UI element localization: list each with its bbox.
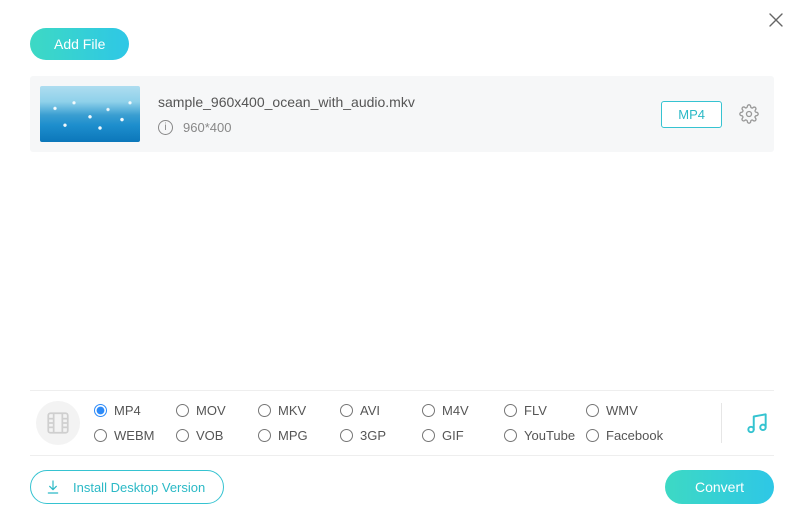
info-icon[interactable]: i	[158, 120, 173, 135]
output-format-badge[interactable]: MP4	[661, 101, 722, 128]
format-option-vob[interactable]: VOB	[176, 428, 258, 443]
install-desktop-button[interactable]: Install Desktop Version	[30, 470, 224, 504]
format-label: MKV	[278, 403, 306, 418]
format-radio[interactable]	[94, 404, 107, 417]
add-file-button[interactable]: Add File	[30, 28, 129, 60]
format-radio[interactable]	[504, 404, 517, 417]
format-label: FLV	[524, 403, 547, 418]
format-option-facebook[interactable]: Facebook	[586, 428, 668, 443]
file-dimensions-row: i 960*400	[158, 120, 661, 135]
format-option-mov[interactable]: MOV	[176, 403, 258, 418]
format-option-mp4[interactable]: MP4	[94, 403, 176, 418]
format-label: VOB	[196, 428, 223, 443]
footer: Install Desktop Version Convert	[30, 470, 774, 504]
format-radio[interactable]	[586, 404, 599, 417]
format-radio[interactable]	[340, 404, 353, 417]
format-radio[interactable]	[176, 404, 189, 417]
download-icon	[45, 479, 61, 495]
close-button[interactable]	[764, 8, 788, 32]
format-label: 3GP	[360, 428, 386, 443]
format-option-flv[interactable]: FLV	[504, 403, 586, 418]
format-option-avi[interactable]: AVI	[340, 403, 422, 418]
format-radio[interactable]	[422, 404, 435, 417]
format-option-wmv[interactable]: WMV	[586, 403, 668, 418]
format-label: MPG	[278, 428, 308, 443]
format-radio[interactable]	[176, 429, 189, 442]
format-label: AVI	[360, 403, 380, 418]
separator	[721, 403, 722, 443]
file-list: sample_960x400_ocean_with_audio.mkv i 96…	[30, 76, 774, 152]
format-radio[interactable]	[94, 429, 107, 442]
format-label: YouTube	[524, 428, 575, 443]
settings-button[interactable]	[738, 103, 760, 125]
format-radio[interactable]	[422, 429, 435, 442]
install-desktop-label: Install Desktop Version	[73, 480, 205, 495]
format-radio[interactable]	[258, 429, 271, 442]
file-row: sample_960x400_ocean_with_audio.mkv i 96…	[30, 76, 774, 152]
video-type-button[interactable]	[36, 401, 80, 445]
format-option-gif[interactable]: GIF	[422, 428, 504, 443]
file-meta: sample_960x400_ocean_with_audio.mkv i 96…	[158, 94, 661, 135]
format-option-m4v[interactable]: M4V	[422, 403, 504, 418]
format-option-webm[interactable]: WEBM	[94, 428, 176, 443]
film-icon	[45, 410, 71, 436]
file-dimensions: 960*400	[183, 120, 231, 135]
format-radio[interactable]	[340, 429, 353, 442]
format-option-youtube[interactable]: YouTube	[504, 428, 586, 443]
format-label: WMV	[606, 403, 638, 418]
file-name: sample_960x400_ocean_with_audio.mkv	[158, 94, 661, 110]
format-label: MOV	[196, 403, 226, 418]
format-radio[interactable]	[504, 429, 517, 442]
format-label: WEBM	[114, 428, 154, 443]
close-icon	[768, 12, 784, 28]
format-option-3gp[interactable]: 3GP	[340, 428, 422, 443]
music-icon	[744, 410, 770, 436]
format-option-mkv[interactable]: MKV	[258, 403, 340, 418]
format-radio[interactable]	[258, 404, 271, 417]
audio-type-button[interactable]	[740, 410, 774, 436]
format-radio[interactable]	[586, 429, 599, 442]
gear-icon	[739, 104, 759, 124]
format-option-mpg[interactable]: MPG	[258, 428, 340, 443]
format-panel: MP4 MOV MKV AVI M4V FLV WMV WEBM VOB MPG 3GP GIF You…	[30, 390, 774, 456]
format-label: GIF	[442, 428, 464, 443]
format-label: MP4	[114, 403, 141, 418]
format-label: Facebook	[606, 428, 663, 443]
format-label: M4V	[442, 403, 469, 418]
format-grid: MP4 MOV MKV AVI M4V FLV WMV WEBM VOB MPG 3GP GIF You…	[94, 403, 703, 443]
video-thumbnail[interactable]	[40, 86, 140, 142]
convert-button[interactable]: Convert	[665, 470, 774, 504]
